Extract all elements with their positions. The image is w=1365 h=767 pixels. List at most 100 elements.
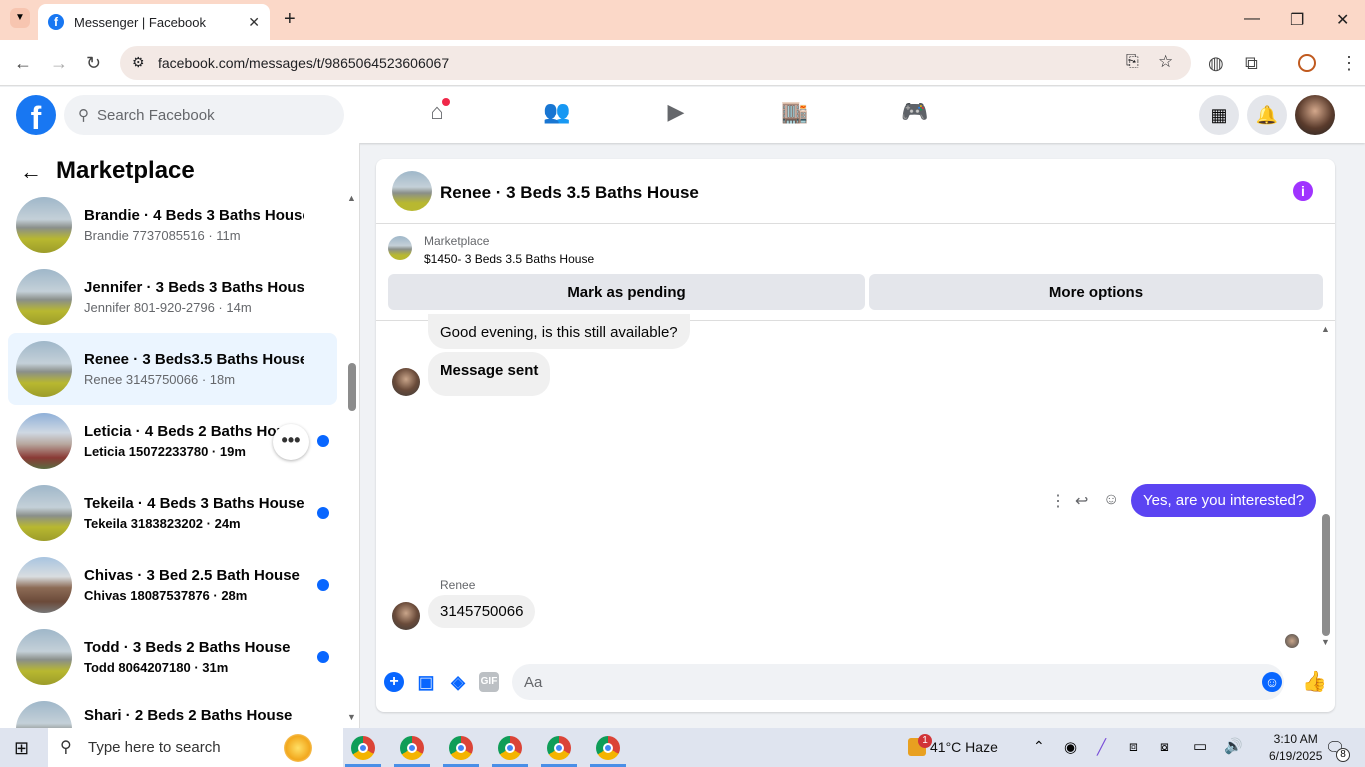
search-placeholder: Search Facebook: [97, 106, 215, 124]
chrome-app-icon[interactable]: [596, 736, 620, 760]
conversation-item-selected[interactable]: Renee · 3 Beds3.5 Baths House Renee 31457…: [8, 333, 337, 405]
sidebar-title: Marketplace: [56, 157, 195, 184]
conversation-name: Shari · 2 Beds 2 Baths House: [84, 707, 293, 724]
message-bubble[interactable]: 3145750066: [428, 595, 536, 628]
show-hidden-icons-icon[interactable]: ⌃: [1033, 738, 1045, 755]
record-icon[interactable]: ◉: [1064, 738, 1077, 756]
site-info-icon[interactable]: ⚙: [132, 54, 145, 71]
info-icon[interactable]: i: [1293, 181, 1313, 201]
account-avatar[interactable]: [1295, 95, 1335, 135]
conversation-preview: Jennifer 801-920-2796 · 14m: [84, 300, 252, 315]
conversation-name: Chivas · 3 Bed 2.5 Bath House: [84, 567, 300, 584]
like-thumb-icon[interactable]: 👍: [1302, 672, 1327, 692]
bookmark-star-icon[interactable]: ☆: [1158, 52, 1173, 72]
weather-widget-icon[interactable]: [284, 734, 312, 762]
chat-scroll-down-icon[interactable]: ▼: [1321, 637, 1330, 647]
url-input[interactable]: ⚙ facebook.com/messages/t/98650645236060…: [120, 46, 1191, 80]
facebook-search-input[interactable]: ⚲ Search Facebook: [64, 95, 344, 135]
back-icon[interactable]: ←: [14, 53, 32, 74]
profile-icon[interactable]: [1298, 54, 1316, 72]
conversation-preview: Brandie 7737085516 · 11m: [84, 228, 241, 243]
facebook-logo-icon[interactable]: f: [16, 95, 56, 136]
chat-scrollbar[interactable]: [1322, 514, 1330, 636]
sender-avatar[interactable]: [392, 602, 420, 630]
video-icon[interactable]: ▶: [659, 99, 693, 129]
emoji-icon[interactable]: ☺: [1262, 672, 1282, 692]
listing-thumbnail: [16, 197, 72, 253]
add-attachment-icon[interactable]: +: [384, 672, 404, 692]
restore-icon[interactable]: ❐: [1290, 10, 1304, 30]
chrome-app-icon[interactable]: [400, 736, 424, 760]
reply-icon[interactable]: ↩: [1075, 491, 1088, 511]
tab-search-icon[interactable]: ▼: [10, 8, 30, 28]
url-text: facebook.com/messages/t/9865064523606067: [158, 55, 450, 71]
chat-panel: Renee · 3 Beds 3.5 Baths House i Marketp…: [376, 159, 1335, 712]
menu-grid-icon[interactable]: ▦: [1199, 95, 1239, 135]
back-arrow-icon[interactable]: ←: [20, 159, 42, 185]
browser-tab[interactable]: f Messenger | Facebook ✕: [38, 4, 270, 40]
sender-avatar[interactable]: [392, 368, 420, 396]
conversation-more-button[interactable]: •••: [273, 424, 309, 460]
conversation-name: Leticia · 4 Beds 2 Baths House: [84, 423, 303, 440]
volume-icon[interactable]: 🔊: [1224, 737, 1243, 755]
chrome-app-icon[interactable]: [547, 736, 571, 760]
install-app-icon[interactable]: ⎘: [1126, 53, 1139, 71]
reload-icon[interactable]: ↻: [86, 53, 101, 74]
close-window-icon[interactable]: ✕: [1336, 10, 1349, 30]
chat-listing-avatar[interactable]: [392, 171, 432, 211]
weather-text[interactable]: 41°C Haze: [930, 739, 998, 755]
sidebar-scrollbar[interactable]: [348, 363, 356, 411]
react-emoji-icon[interactable]: ☺: [1103, 491, 1119, 509]
marketplace-icon[interactable]: 🏬: [778, 99, 812, 129]
conversation-item[interactable]: Todd · 3 Beds 2 Baths House Todd 80642071…: [8, 621, 337, 693]
mark-as-pending-button[interactable]: Mark as pending: [388, 274, 865, 310]
display-icon[interactable]: ▭: [1193, 737, 1207, 755]
more-options-button[interactable]: More options: [869, 274, 1323, 310]
conversation-item[interactable]: Brandie · 4 Beds 3 Baths House Brandie 77…: [8, 189, 337, 261]
photo-icon[interactable]: ▣: [416, 672, 436, 692]
pen-icon[interactable]: ╱: [1097, 738, 1106, 756]
conversation-preview: Chivas 18087537876 · 28m: [84, 588, 248, 603]
chrome-app-icon[interactable]: [498, 736, 522, 760]
facebook-favicon-icon: f: [48, 14, 64, 30]
gaming-icon[interactable]: 🎮: [898, 99, 932, 129]
conversation-name: Renee · 3 Beds3.5 Baths House: [84, 351, 304, 368]
message-input[interactable]: Aa: [512, 664, 1284, 700]
chrome-app-icon[interactable]: [351, 736, 375, 760]
conversation-item[interactable]: Jennifer · 3 Beds 3 Baths House Jennifer …: [8, 261, 337, 333]
message-bubble-outgoing[interactable]: Yes, are you interested?: [1131, 484, 1317, 517]
listing-thumbnail: [16, 341, 72, 397]
conversation-name: Jennifer · 3 Beds 3 Baths House: [84, 279, 304, 296]
gif-icon[interactable]: GIF: [479, 672, 499, 692]
meet-now-icon[interactable]: ⧈: [1129, 738, 1138, 755]
friends-icon[interactable]: 👥: [540, 99, 574, 129]
chat-scroll-up-icon[interactable]: ▲: [1321, 324, 1330, 334]
globe-icon[interactable]: ◍: [1208, 53, 1224, 74]
message-bubble[interactable]: Good evening, is this still available?: [428, 314, 690, 349]
clock-time: 3:10 AM: [1273, 732, 1318, 746]
listing-title[interactable]: $1450- 3 Beds 3.5 Baths House: [424, 252, 594, 266]
close-tab-icon[interactable]: ✕: [248, 14, 260, 31]
browser-menu-icon[interactable]: ⋮: [1340, 53, 1358, 74]
conversation-item[interactable]: Chivas · 3 Bed 2.5 Bath House Chivas 1808…: [8, 549, 337, 621]
minimize-icon[interactable]: —: [1244, 10, 1260, 28]
taskbar-search-input[interactable]: ⚲ Type here to search: [48, 728, 343, 767]
new-tab-icon[interactable]: +: [284, 8, 296, 31]
facebook-header: f ⚲ Search Facebook ⌂ 👥 ▶ 🏬 🎮 ▦ 🔔: [0, 87, 1365, 143]
scroll-up-arrow-icon[interactable]: ▲: [347, 193, 356, 203]
taskbar-clock[interactable]: 3:10 AM 6/19/2025: [1269, 731, 1322, 765]
network-drive-icon[interactable]: ⧇: [1160, 738, 1169, 755]
message-bubble[interactable]: Message sent: [428, 352, 551, 396]
extensions-icon[interactable]: ⧉: [1245, 53, 1258, 74]
composer-placeholder: Aa: [524, 673, 543, 691]
conversation-item[interactable]: Shari · 2 Beds 2 Baths House: [8, 693, 337, 728]
forward-icon[interactable]: →: [50, 53, 68, 74]
chrome-app-icon[interactable]: [449, 736, 473, 760]
scroll-down-arrow-icon[interactable]: ▼: [347, 712, 356, 722]
sticker-icon[interactable]: ◈: [448, 672, 468, 692]
windows-start-icon[interactable]: ⊞: [14, 738, 29, 759]
notifications-bell-icon[interactable]: 🔔: [1247, 95, 1287, 135]
conversation-item[interactable]: Tekeila · 4 Beds 3 Baths House Tekeila 31…: [8, 477, 337, 549]
chat-title[interactable]: Renee · 3 Beds 3.5 Baths House: [440, 183, 699, 203]
message-more-icon[interactable]: ⋮: [1050, 491, 1066, 511]
